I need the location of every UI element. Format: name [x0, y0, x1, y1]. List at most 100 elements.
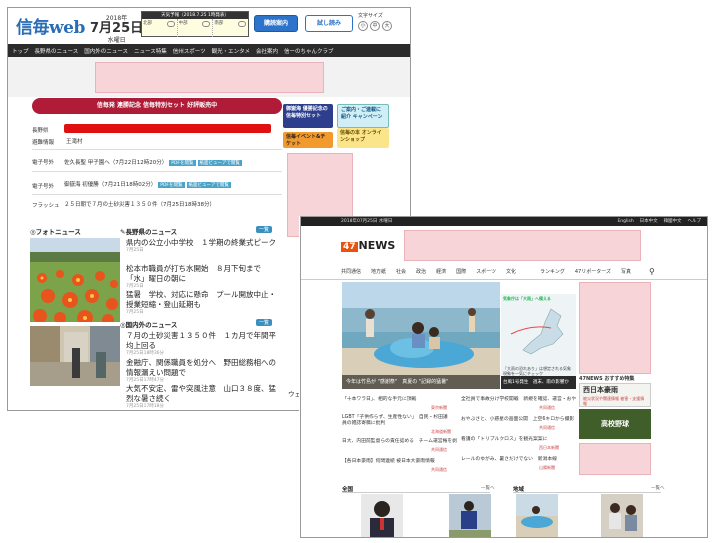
side-ad-placeholder[interactable] [579, 443, 651, 475]
search-icon[interactable]: ⚲ [649, 267, 655, 276]
date-day: 7月25日 [90, 21, 144, 36]
divider [342, 492, 490, 493]
thumb-sports[interactable] [449, 494, 491, 537]
flash-text[interactable]: ２５日朝で７月の土砂災害１３５０件（7月25日18時38分） [64, 200, 215, 208]
headline-source: 東京新聞 [431, 405, 447, 410]
headline[interactable]: 全社員で事故分け学校開戦 新規を確認、運営・おや [461, 397, 576, 403]
nav-item[interactable]: 政治 [416, 268, 426, 275]
subscribe-button[interactable]: 購読案内 [254, 15, 298, 32]
feature-nishinippon[interactable]: 西日本豪雨 被災状況や関連情報 被害・支援情報 [579, 383, 651, 407]
link-english[interactable]: English [617, 219, 633, 224]
photo-flowers[interactable] [30, 238, 120, 322]
side-ad-placeholder[interactable] [579, 282, 651, 374]
weather-cell: 南部 [213, 19, 248, 37]
nav-item[interactable]: 経済 [436, 268, 446, 275]
section-national-more[interactable]: 一覧へ [481, 485, 495, 491]
nagano-more-button[interactable]: 一覧 [256, 226, 273, 233]
row-label-flash: フラッシュ [32, 203, 60, 209]
nav-item-company[interactable]: 会社案内 [256, 47, 278, 55]
thumb-person[interactable] [361, 494, 403, 537]
headline[interactable]: 「十本ワラ日」、相的な手元に頂戦 [342, 397, 416, 403]
news-item[interactable]: 松本市職員が打ち水開始 ８月下旬まで「水」曜日の朝に 7月25日 [126, 264, 276, 290]
nav-item-club[interactable]: 信ーのちゃんクラブ [284, 47, 334, 55]
online-shop-promo[interactable]: 信毎の本 オンラインショップ [337, 128, 389, 148]
font-small-button[interactable]: 小 [358, 21, 368, 31]
topbar-date: 2018年07月25日 水曜日 [341, 219, 393, 224]
weather-title: 天気予報（2018.7.25 1時発表） [142, 12, 248, 19]
site-logo[interactable]: 47 NEWS [341, 239, 395, 252]
map-quote: 「大雨の恐れあり」は想定される気象現象を一気にチェック [503, 366, 571, 376]
nav-item-features[interactable]: ニュース特集 [134, 47, 167, 55]
domestic-more-button[interactable]: 一覧 [256, 319, 273, 326]
weather-widget[interactable]: 天気予報（2018.7.25 1時発表） 北部 中部 南部 [141, 11, 249, 37]
nav-item-nagano[interactable]: 長野県のニュース [35, 47, 79, 55]
47news-screenshot: 2018年07月25日 水曜日 English 日本中文 韓國中文 ヘルプ 47… [300, 216, 708, 538]
headline[interactable]: おやぶさと、小惑星の画面公開 上空6キロから撮影 [461, 417, 574, 423]
headline[interactable]: LGBT「子供作らず、生産性ない」 自民・杉田議員の雑誌寄稿に批判 [342, 415, 452, 427]
link-chinese[interactable]: 日本中文 [640, 219, 658, 224]
map-caption[interactable]: 台風1号発生 週末、雨の影響か [501, 376, 576, 389]
font-large-button[interactable]: 大 [382, 21, 392, 31]
divider [32, 194, 282, 195]
headline-source: 共同通信 [431, 447, 447, 452]
divider [513, 492, 661, 493]
map-title: 気象庁は「大雨」へ備える [503, 296, 551, 301]
nav-item[interactable]: 写真 [621, 268, 631, 275]
headline[interactable]: 【各日本豪雨】何問連続 被日本大豪雨情報 [342, 459, 435, 465]
nav-item[interactable]: 共同通信 [341, 268, 361, 275]
extra-item[interactable]: 御嶽海 初優勝（7月21日18時02分） PDFを閲覧 紙面ビューアで閲覧 [64, 180, 231, 188]
headline[interactable]: レールのゆがみ、暑さだけでない 新潟本線 [461, 457, 557, 463]
events-promo[interactable]: 信毎イベント&チケット [283, 132, 333, 148]
headline-source: 北海道新聞 [431, 429, 451, 434]
nav-item[interactable]: ランキング [540, 268, 565, 275]
shop-promo[interactable]: 御嶽海 優勝記念の 信毎特別セット [283, 104, 333, 128]
promo-banner[interactable]: 信毎発 連勝記念 信毎特別セット 好評販売中 [32, 98, 282, 114]
nav-item-domestic[interactable]: 国内外のニュース [84, 47, 128, 55]
news-item[interactable]: 猛暑 学校、対応に懸命 プール開放中止・授業短縮・登山延期も 7月25日 [126, 290, 276, 316]
nav-item-top[interactable]: トップ [12, 47, 29, 55]
topbar-links: English 日本中文 韓國中文 ヘルプ [617, 217, 701, 226]
trial-button[interactable]: 試し読み [305, 15, 353, 32]
nagano-news-heading: ✎長野県のニュース [120, 228, 178, 236]
font-medium-button[interactable]: 中 [370, 21, 380, 31]
news-item[interactable]: 県内の公立小中学校 １学期の終業式ピーク 7月25日 [126, 238, 276, 254]
font-size-control: 文字サイズ 小 中 大 [358, 12, 392, 31]
section-regional-more[interactable]: 一覧へ [651, 485, 665, 491]
evacuation-text[interactable]: 王滝村 [66, 137, 83, 145]
nav-item-entertainment[interactable]: 観光・エンタメ [212, 47, 250, 55]
row-label-extra: 電子号外 [32, 184, 55, 190]
ad-placeholder[interactable] [404, 230, 641, 261]
feature-koshien[interactable]: 高校野球 [579, 409, 651, 439]
nav-item[interactable]: 文化 [506, 268, 516, 275]
date-weekday: 水曜日 [107, 37, 126, 44]
ad-placeholder[interactable] [95, 62, 324, 93]
extra-item[interactable]: 佐久長聖 甲子園へ（7月22日12時20分） PDFを閲覧 紙面ビューアで閲覧 [64, 158, 242, 166]
thumb-beach[interactable] [516, 494, 558, 537]
photo-construction[interactable] [30, 326, 120, 386]
news-map-graphic[interactable]: 気象庁は「大雨」へ備える 「大雨の恐れあり」は想定される気象現象を一気にチェック [501, 294, 576, 376]
headline[interactable]: 看護の「トリプルクロス」を観光案案に [461, 437, 547, 443]
news-item[interactable]: 大気不安定、雷や突風注意 山口３８度、猛烈な暑さ続く 7月25日17時18分 [126, 384, 276, 410]
thumb-crowd[interactable] [601, 494, 643, 537]
campaign-promo[interactable]: ご案内・ご連載に紹介 キャンペーン [337, 104, 389, 128]
link-korean[interactable]: 韓國中文 [664, 219, 682, 224]
nav-item[interactable]: 地方紙 [371, 268, 386, 275]
nav-item[interactable]: 社会 [396, 268, 406, 275]
hero-caption[interactable]: 今年は竹島が "感謝祭" 真夏の "記録的猛暑" [342, 375, 500, 389]
news-item[interactable]: 金融庁、関係職員を処分へ 野田総務相への情報漏えい問題で 7月25日17時47分 [126, 358, 276, 384]
news-item[interactable]: ７月の土砂災害１３５０件 １カ月で年間平均上回る 7月25日18時36分 [126, 331, 276, 357]
nav-item[interactable]: スポーツ [476, 268, 496, 275]
nav-item[interactable]: 47リポーターズ [575, 268, 611, 275]
date-display: 2018年 7月25日 水曜日 [90, 13, 143, 44]
headline[interactable]: 日大、内田前監督らの責任認める チーム運営権を剥 [342, 439, 457, 445]
cloud-icon [202, 21, 211, 27]
row-label-evacuation: 避難情報 [32, 140, 55, 146]
link-help[interactable]: ヘルプ [688, 219, 702, 224]
site-logo[interactable]: 信毎web [16, 13, 85, 38]
nav-item-sports[interactable]: 信州スポーツ [173, 47, 206, 55]
hero-photo[interactable] [342, 282, 500, 389]
alert-bar[interactable] [64, 124, 271, 133]
main-nav: 共同通信 地方紙 社会 政治 経済 国際 スポーツ 文化 ランキング 47リポー… [341, 265, 691, 277]
headline-source: 共同通信 [431, 467, 447, 472]
nav-item[interactable]: 国際 [456, 268, 466, 275]
